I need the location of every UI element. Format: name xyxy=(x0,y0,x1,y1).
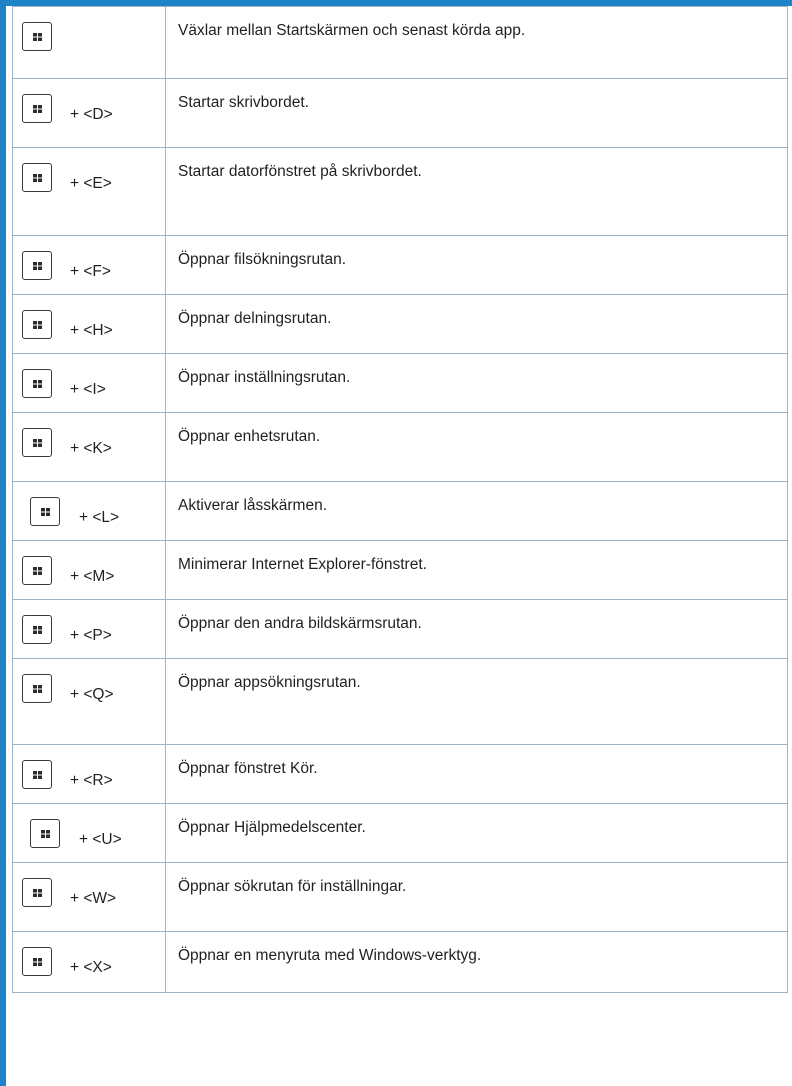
shortcut-key-cell: + <R> xyxy=(12,744,166,804)
key-combination: + <U> xyxy=(79,831,122,848)
shortcut-key-cell: + <X> xyxy=(12,931,166,993)
key-combination: + <Q> xyxy=(70,686,114,703)
windows-logo-icon xyxy=(33,380,42,388)
windows-key-icon xyxy=(22,878,52,907)
shortcut-key-cell: + <K> xyxy=(12,412,166,482)
shortcut-description: Öppnar inställningsrutan. xyxy=(165,353,788,413)
table-row: + <L> Aktiverar låsskärmen. xyxy=(12,481,788,541)
shortcut-description: Öppnar en menyruta med Windows-verktyg. xyxy=(165,931,788,993)
shortcut-description: Startar datorfönstret på skrivbordet. xyxy=(165,147,788,236)
key-combination: + <E> xyxy=(70,175,112,192)
windows-key-icon xyxy=(30,497,60,526)
windows-logo-icon xyxy=(33,889,42,897)
windows-logo-icon xyxy=(33,262,42,270)
shortcut-description: Öppnar fönstret Kör. xyxy=(165,744,788,804)
windows-logo-icon xyxy=(33,685,42,693)
table-row: + <F> Öppnar filsökningsrutan. xyxy=(12,235,788,295)
windows-logo-icon xyxy=(33,958,42,966)
windows-logo-icon xyxy=(33,626,42,634)
windows-key-icon xyxy=(22,163,52,192)
shortcut-description: Startar skrivbordet. xyxy=(165,78,788,148)
page: Växlar mellan Startskärmen och senast kö… xyxy=(0,0,792,1086)
shortcut-key-cell: + <D> xyxy=(12,78,166,148)
table-row: + <W> Öppnar sökrutan för inställningar. xyxy=(12,862,788,932)
windows-logo-icon xyxy=(41,830,50,838)
shortcut-description: Öppnar appsökningsrutan. xyxy=(165,658,788,745)
table-row: + <M> Minimerar Internet Explorer-fönstre… xyxy=(12,540,788,600)
table-row: + <D> Startar skrivbordet. xyxy=(12,78,788,148)
windows-key-icon xyxy=(22,22,52,51)
accent-bar-left xyxy=(0,0,6,1086)
table-row: + <H> Öppnar delningsrutan. xyxy=(12,294,788,354)
shortcut-description: Minimerar Internet Explorer-fönstret. xyxy=(165,540,788,600)
shortcut-key-cell: + <F> xyxy=(12,235,166,295)
shortcut-description: Öppnar filsökningsrutan. xyxy=(165,235,788,295)
windows-logo-icon xyxy=(33,33,42,41)
table-row: + <R> Öppnar fönstret Kör. xyxy=(12,744,788,804)
table-row: + <Q> Öppnar appsökningsrutan. xyxy=(12,658,788,745)
shortcut-key-cell: + <W> xyxy=(12,862,166,932)
table-row: + <I> Öppnar inställningsrutan. xyxy=(12,353,788,413)
shortcut-description: Öppnar den andra bildskärmsrutan. xyxy=(165,599,788,659)
windows-key-icon xyxy=(22,674,52,703)
windows-logo-icon xyxy=(33,174,42,182)
shortcut-description: Växlar mellan Startskärmen och senast kö… xyxy=(165,6,788,79)
table-row: Växlar mellan Startskärmen och senast kö… xyxy=(12,6,788,79)
shortcut-key-cell: + <U> xyxy=(12,803,166,863)
key-combination: + <L> xyxy=(79,509,120,526)
windows-logo-icon xyxy=(33,771,42,779)
table-row: + <P> Öppnar den andra bildskärmsrutan. xyxy=(12,599,788,659)
table-row: + <X> Öppnar en menyruta med Windows-verk… xyxy=(12,931,788,993)
shortcut-key-cell: + <L> xyxy=(12,481,166,541)
shortcut-key-cell: + <I> xyxy=(12,353,166,413)
windows-logo-icon xyxy=(33,567,42,575)
windows-key-icon xyxy=(22,251,52,280)
windows-key-icon xyxy=(22,369,52,398)
windows-key-icon xyxy=(22,428,52,457)
key-combination: + <P> xyxy=(70,627,112,644)
shortcut-description: Öppnar Hjälpmedelscenter. xyxy=(165,803,788,863)
shortcut-description: Aktiverar låsskärmen. xyxy=(165,481,788,541)
windows-logo-icon xyxy=(41,508,50,516)
windows-logo-icon xyxy=(33,439,42,447)
windows-key-icon xyxy=(22,556,52,585)
shortcut-key-cell: + <E> xyxy=(12,147,166,236)
shortcut-description: Öppnar delningsrutan. xyxy=(165,294,788,354)
shortcut-key-cell: + <H> xyxy=(12,294,166,354)
windows-key-icon xyxy=(22,947,52,976)
key-combination: + <M> xyxy=(70,568,115,585)
shortcut-key-cell: + <Q> xyxy=(12,658,166,745)
shortcut-description: Öppnar sökrutan för inställningar. xyxy=(165,862,788,932)
windows-key-icon xyxy=(22,760,52,789)
key-combination: + <X> xyxy=(70,959,112,976)
key-combination: + <F> xyxy=(70,263,111,280)
windows-logo-icon xyxy=(33,321,42,329)
shortcut-key-cell: + <M> xyxy=(12,540,166,600)
key-combination: + <K> xyxy=(70,440,112,457)
table-row: + <U> Öppnar Hjälpmedelscenter. xyxy=(12,803,788,863)
shortcut-key-cell: + <P> xyxy=(12,599,166,659)
key-combination: + <I> xyxy=(70,381,106,398)
key-combination: + <W> xyxy=(70,890,117,907)
shortcut-key-cell xyxy=(12,6,166,79)
key-combination: + <R> xyxy=(70,772,113,789)
shortcut-table: Växlar mellan Startskärmen och senast kö… xyxy=(12,6,788,993)
windows-key-icon xyxy=(30,819,60,848)
windows-key-icon xyxy=(22,94,52,123)
shortcut-description: Öppnar enhetsrutan. xyxy=(165,412,788,482)
windows-key-icon xyxy=(22,310,52,339)
key-combination: + <D> xyxy=(70,106,113,123)
key-combination: + <H> xyxy=(70,322,113,339)
windows-key-icon xyxy=(22,615,52,644)
windows-logo-icon xyxy=(33,105,42,113)
table-row: + <K> Öppnar enhetsrutan. xyxy=(12,412,788,482)
table-row: + <E> Startar datorfönstret på skrivborde… xyxy=(12,147,788,236)
